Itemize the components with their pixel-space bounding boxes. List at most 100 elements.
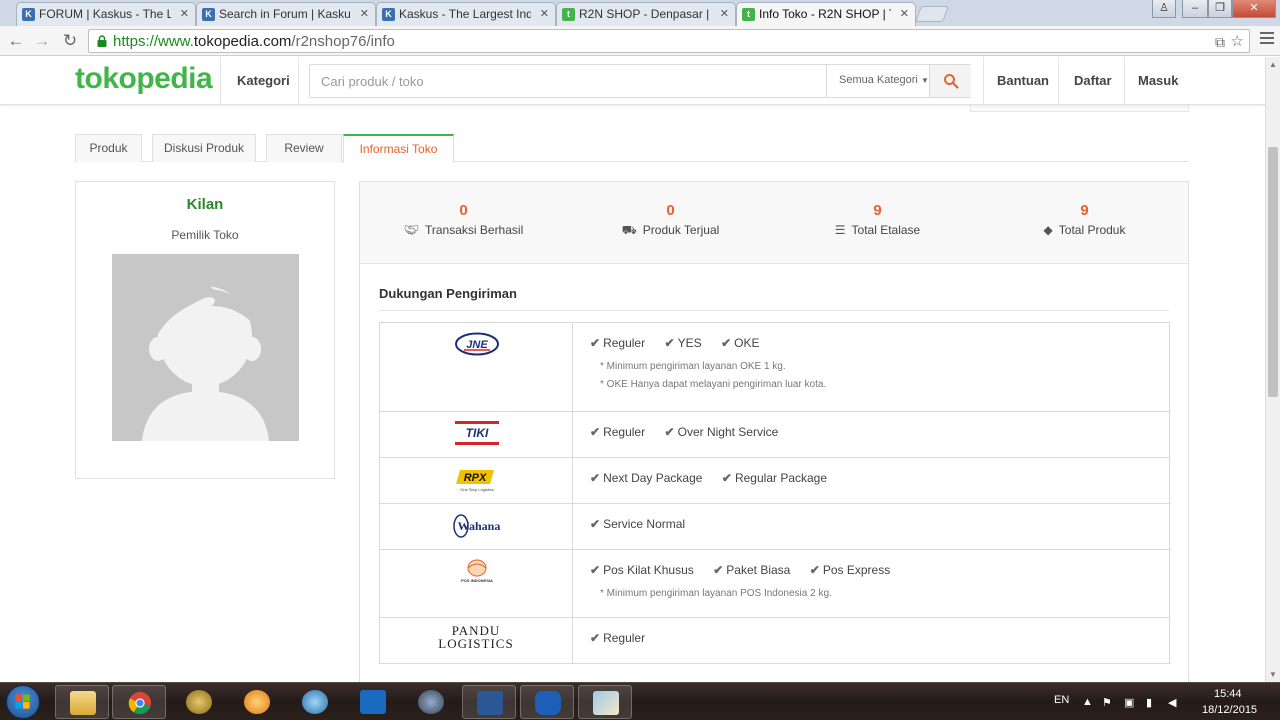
forward-icon[interactable]: → (32, 31, 52, 51)
handshake-icon: 🤝︎ (403, 223, 419, 237)
courier-services: ✔ Reguler ✔ Over Night Service (573, 412, 1169, 441)
taskbar-bluetooth[interactable] (520, 685, 574, 719)
taskbar-app[interactable] (230, 685, 284, 719)
taskbar-app[interactable] (404, 685, 458, 719)
stat-produk-terjual: 0 ⛟ Produk Terjual (567, 202, 774, 239)
bantuan-link[interactable]: Bantuan (997, 73, 1049, 88)
star-icon[interactable]: ☆ (1231, 32, 1244, 50)
clock-date[interactable]: 18/12/2015 (1202, 704, 1257, 716)
back-icon[interactable]: ← (6, 31, 26, 51)
daftar-link[interactable]: Daftar (1074, 73, 1112, 88)
search-input[interactable] (310, 65, 826, 97)
courier-logo-cell: TIKI (380, 412, 573, 457)
wahana-logo-text: Wahana (458, 519, 501, 533)
close-icon[interactable]: ✕ (360, 7, 369, 20)
avatar (112, 254, 299, 441)
windows-start-button[interactable] (6, 685, 40, 719)
folder-icon (70, 691, 96, 715)
magnifier-icon (302, 690, 328, 714)
close-icon[interactable]: ✕ (900, 7, 909, 20)
scroll-up-icon[interactable]: ▲ (1269, 60, 1277, 69)
pos-indonesia-logo: POS INDONESIA (461, 559, 493, 583)
tab-informasi-toko[interactable]: Informasi Toko (343, 134, 454, 163)
stat-label: Total Etalase (851, 223, 921, 237)
browser-tab[interactable]: K Search in Forum | Kaskus - ✕ (196, 2, 376, 26)
tab-review[interactable]: Review (266, 134, 342, 162)
service-label: Pos Express (822, 563, 891, 577)
volume-icon[interactable]: ◀ (1168, 696, 1180, 709)
owner-name[interactable]: Kilan (76, 196, 334, 213)
translate-icon[interactable]: ⧉ (1215, 34, 1225, 51)
shop-info-card: 0 🤝︎ Transaksi Berhasil 0 ⛟ Produk Terjual… (359, 181, 1189, 682)
search-icon (944, 74, 959, 89)
tab-produk[interactable]: Produk (75, 134, 142, 162)
url-text: https://www.tokopedia.com/r2nshop76/info (113, 33, 395, 50)
stat-transaksi: 0 🤝︎ Transaksi Berhasil (360, 202, 567, 237)
close-icon[interactable]: ✕ (180, 7, 189, 20)
url-scheme: https://www. (113, 33, 194, 50)
clock-time[interactable]: 15:44 (1214, 688, 1242, 700)
stat-value: 9 (1080, 202, 1089, 219)
paint-icon (593, 691, 619, 715)
taskbar-outlook[interactable] (346, 685, 400, 719)
browser-tab[interactable]: K Kaskus - The Largest Indon ✕ (376, 2, 556, 26)
window-close-button[interactable]: ✕ (1232, 0, 1276, 18)
kategori-menu[interactable]: Kategori (237, 73, 290, 88)
courier-row-pos: POS INDONESIA ✔ Pos Kilat Khusus ✔ Paket B… (380, 550, 1169, 618)
courier-row-jne: JNE ✔ Reguler ✔ YES ✔ OKE * Minimum pengiri… (380, 323, 1169, 412)
courier-logo-cell: RPX One Stop Logistics (380, 458, 573, 503)
tab-diskusi-produk[interactable]: Diskusi Produk (152, 134, 256, 162)
network-icon[interactable]: ▮ (1146, 696, 1158, 709)
stat-value: 0 (666, 202, 675, 219)
courier-row-wahana: Wahana ✔ Service Normal (380, 504, 1169, 550)
scroll-down-icon[interactable]: ▼ (1269, 670, 1277, 679)
taskbar-app[interactable] (172, 685, 226, 719)
check-icon: ✔ (590, 336, 601, 350)
user-icon[interactable]: ♙ (1152, 0, 1176, 18)
stat-label: Total Produk (1058, 223, 1126, 237)
maximize-button[interactable]: ❐ (1208, 0, 1232, 18)
stat-total-produk: 9 ◆ Total Produk (981, 202, 1188, 237)
taskbar-word[interactable] (462, 685, 516, 719)
check-icon: ✔ (664, 425, 675, 439)
url-path: /r2nshop76/info (291, 33, 395, 50)
category-select[interactable]: Semua Kategori ▼ (826, 65, 929, 97)
system-tray: EN ▲ ⚑ ▣ ▮ ◀ 15:44 18/12/2015 (1050, 683, 1280, 721)
scroll-thumb[interactable] (1268, 147, 1278, 397)
taskbar-paint[interactable] (578, 685, 632, 719)
tokopedia-logo[interactable]: tokopedia (75, 62, 213, 96)
close-icon[interactable]: ✕ (540, 7, 549, 20)
search-button[interactable] (929, 65, 971, 97)
courier-logo-cell: JNE (380, 323, 573, 411)
taskbar-search-app[interactable] (288, 685, 342, 719)
courier-services: ✔ Reguler (573, 618, 1169, 647)
browser-tab[interactable]: K FORUM | Kaskus - The Lar ✕ (16, 2, 196, 26)
browser-tab[interactable]: t R2N SHOP - Denpasar | To ✕ (556, 2, 736, 26)
menu-icon[interactable] (1260, 32, 1274, 47)
check-icon: ✔ (721, 336, 732, 350)
jne-logo-text: JNE (466, 339, 488, 351)
browser-tab-active[interactable]: t Info Toko - R2N SHOP | To ✕ (736, 2, 916, 26)
courier-services: ✔ Service Normal (573, 504, 1169, 533)
owner-card: Kilan Pemilik Toko (75, 181, 335, 479)
action-center-icon[interactable]: ⚑ (1102, 696, 1114, 709)
language-indicator[interactable]: EN (1054, 694, 1069, 706)
category-select-label: Semua Kategori (839, 74, 918, 86)
stat-label: Transaksi Berhasil (424, 223, 524, 237)
new-tab-button[interactable] (915, 6, 949, 22)
service-note: * Minimum pengiriman layanan OKE 1 kg. (600, 361, 786, 372)
masuk-link[interactable]: Masuk (1138, 73, 1178, 88)
safely-remove-icon[interactable]: ▣ (1124, 696, 1136, 709)
reload-icon[interactable]: ↻ (60, 31, 80, 51)
browser-tab-strip: K FORUM | Kaskus - The Lar ✕ K Search in… (0, 0, 1280, 26)
divider (1124, 57, 1125, 105)
minimize-button[interactable]: – (1182, 0, 1208, 18)
taskbar-chrome[interactable] (112, 685, 166, 719)
address-bar[interactable]: https://www.tokopedia.com/r2nshop76/info… (88, 29, 1250, 53)
check-icon: ✔ (664, 336, 675, 350)
service-item: ✔ OKE (721, 336, 759, 350)
close-icon[interactable]: ✕ (720, 7, 729, 20)
vertical-scrollbar[interactable]: ▲ ▼ (1265, 57, 1280, 682)
show-hidden-icons[interactable]: ▲ (1082, 696, 1094, 708)
taskbar-explorer[interactable] (55, 685, 109, 719)
